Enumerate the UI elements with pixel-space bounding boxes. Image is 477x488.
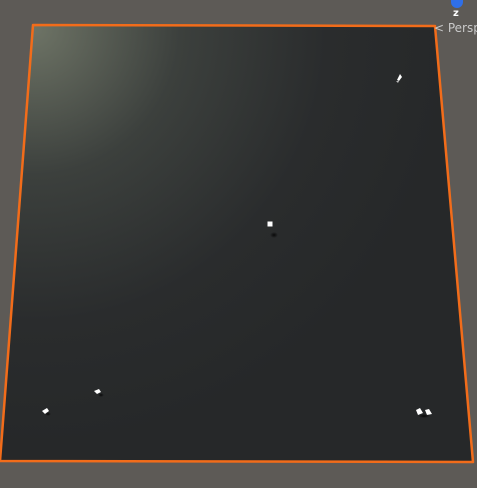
scene-viewport[interactable]: z < Persp (0, 0, 477, 488)
z-axis-label: z (453, 8, 459, 19)
projection-toggle[interactable]: < Persp (434, 21, 477, 35)
ground-plane[interactable] (0, 23, 475, 464)
orientation-gizmo[interactable]: z < Persp (432, 0, 477, 40)
z-axis-cone-icon[interactable] (451, 0, 463, 8)
center-object-shadow (270, 232, 278, 238)
scene-canvas[interactable] (0, 0, 477, 488)
center-object[interactable] (267, 221, 273, 227)
